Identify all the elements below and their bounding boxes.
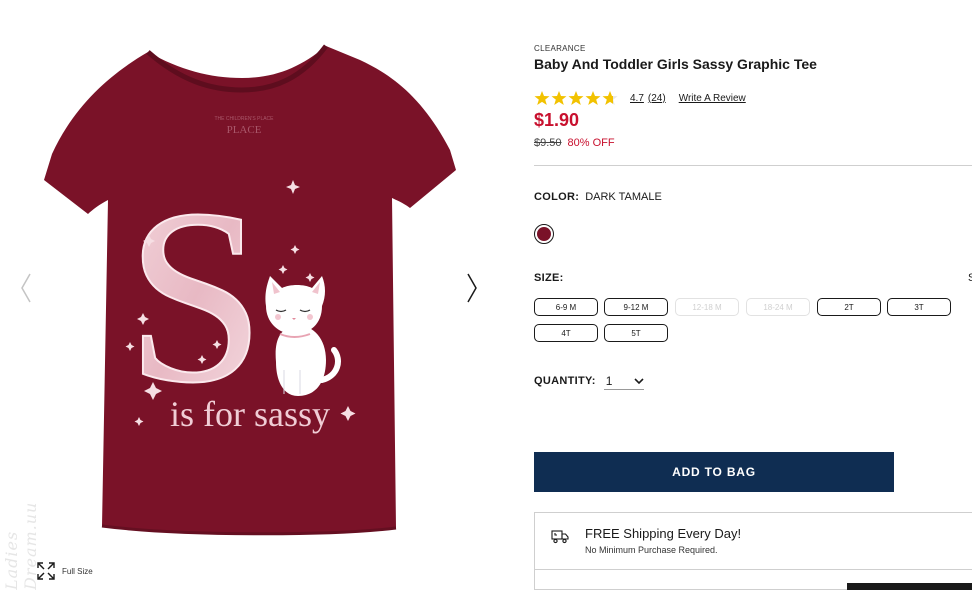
size-option-5t[interactable]: 5T: [604, 324, 668, 342]
write-review-link[interactable]: Write A Review: [679, 93, 746, 104]
next-image-arrow-icon[interactable]: [462, 268, 482, 308]
full-size-label: Full Size: [62, 566, 93, 576]
shirt-graphic-text: is for sassy: [170, 394, 330, 434]
svg-text:PLACE: PLACE: [227, 124, 262, 136]
size-guide-link-clipped[interactable]: S: [968, 272, 972, 284]
shipping-title: FREE Shipping Every Day!: [585, 526, 742, 541]
product-image-gallery: THE CHILDREN'S PLACE PLACE S is for sass…: [0, 0, 500, 590]
star-icon: [568, 91, 584, 105]
add-to-bag-button[interactable]: ADD TO BAG: [534, 452, 894, 492]
discount-badge: 80% OFF: [567, 137, 615, 149]
size-option-6-9m[interactable]: 6-9 M: [534, 298, 598, 316]
original-price: $9.50: [534, 137, 562, 149]
delivery-truck-icon: [551, 530, 569, 544]
shipping-subtitle: No Minimum Purchase Required.: [585, 545, 718, 555]
divider: [535, 569, 972, 570]
size-option-2t[interactable]: 2T: [817, 298, 881, 316]
size-option-12-18m: 12-18 M: [675, 298, 739, 316]
color-value: DARK TAMALE: [585, 191, 662, 203]
price-details: $9.50 80% OFF: [534, 137, 615, 149]
star-icon: [534, 91, 550, 105]
size-option-18-24m: 18-24 M: [746, 298, 810, 316]
swatch-fill: [537, 227, 551, 241]
rating-row: 4.7 (24) Write A Review: [534, 90, 746, 106]
size-option-4t[interactable]: 4T: [534, 324, 598, 342]
color-label: COLOR:: [534, 191, 580, 203]
product-details-panel: CLEARANCE Baby And Toddler Girls Sassy G…: [534, 0, 972, 590]
star-rating[interactable]: [534, 90, 618, 106]
product-image[interactable]: THE CHILDREN'S PLACE PLACE S is for sass…: [30, 30, 470, 545]
clearance-label: CLEARANCE: [534, 44, 586, 53]
quantity-row: QUANTITY: 1: [534, 372, 644, 390]
watermark: Ladies Dream.uu: [2, 501, 40, 590]
star-icon: [551, 91, 567, 105]
full-size-button[interactable]: Full Size: [36, 561, 93, 581]
shipping-info-box: FREE Shipping Every Day! No Minimum Purc…: [534, 512, 972, 590]
star-icon: [602, 91, 618, 105]
size-option-3t[interactable]: 3T: [887, 298, 951, 316]
chevron-down-icon: [634, 377, 644, 384]
next-section-tab[interactable]: [847, 583, 972, 590]
rating-value[interactable]: 4.7: [630, 93, 644, 104]
star-icon: [585, 91, 601, 105]
size-option-9-12m[interactable]: 9-12 M: [604, 298, 668, 316]
shirt-brand-text: THE CHILDREN'S PLACE: [214, 116, 274, 122]
quantity-select[interactable]: 1: [603, 372, 644, 390]
divider: [534, 165, 972, 166]
product-title: Baby And Toddler Girls Sassy Graphic Tee: [534, 56, 817, 72]
color-swatch-dark-tamale[interactable]: [534, 224, 554, 244]
quantity-value: 1: [605, 373, 613, 388]
quantity-label: QUANTITY:: [534, 375, 596, 387]
rating-count[interactable]: (24): [648, 93, 666, 104]
size-label: SIZE:: [534, 272, 564, 284]
sale-price: $1.90: [534, 110, 580, 130]
color-selection-label: COLOR: DARK TAMALE: [534, 191, 662, 203]
